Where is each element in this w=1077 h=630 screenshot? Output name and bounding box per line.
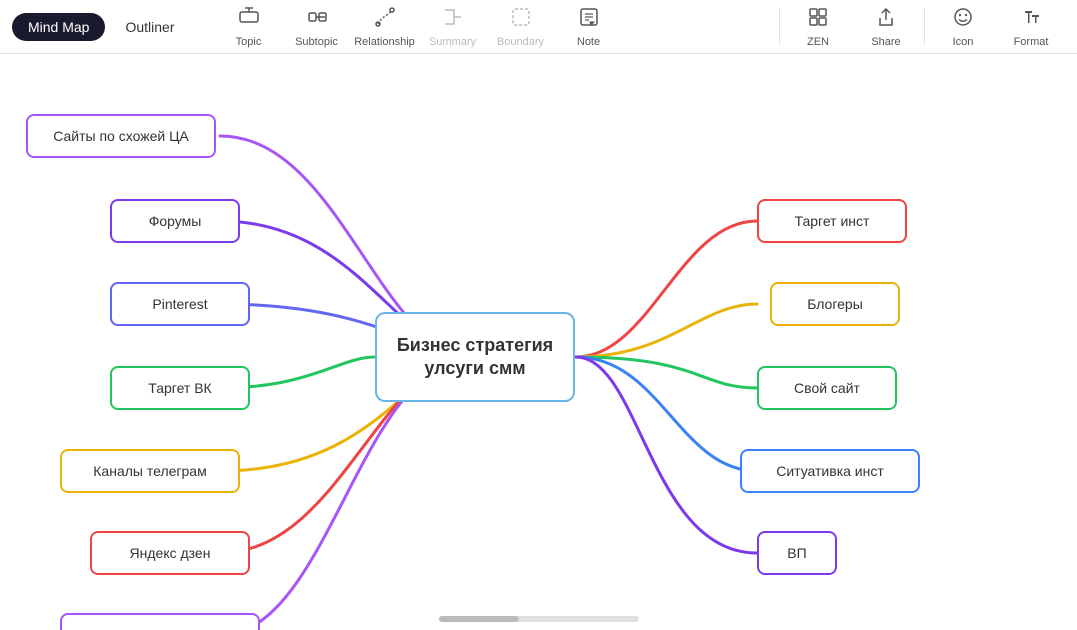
tool-note-label: Note: [577, 36, 600, 48]
node-kanali-text: Каналы телеграм: [93, 463, 206, 479]
node-vp-text: ВП: [787, 545, 806, 561]
scrollbar-thumb: [439, 616, 519, 622]
node-pinterest-text: Pinterest: [152, 296, 207, 312]
icon-icon: [952, 6, 974, 34]
note-icon: [578, 6, 600, 34]
node-target-vk[interactable]: Таргет ВК: [110, 366, 250, 410]
tab-group: Mind Map Outliner: [12, 13, 191, 41]
toolbar: Mind Map Outliner Topic: [0, 0, 1077, 54]
node-blogery-text: Блогеры: [807, 296, 863, 312]
node-kanali[interactable]: Каналы телеграм: [60, 449, 240, 493]
node-situativka-text: Ситуативка инст: [776, 463, 884, 479]
tool-boundary-label: Boundary: [497, 36, 544, 48]
center-node-text: Бизнес стратегия улсуги смм: [377, 334, 573, 381]
tool-summary[interactable]: Summary: [419, 0, 487, 54]
node-target-inst[interactable]: Таргет инст: [757, 199, 907, 243]
tool-subtopic[interactable]: Subtopic: [283, 0, 351, 54]
node-yandex-dzen[interactable]: Яндекс дзен: [90, 531, 250, 575]
node-pinterest[interactable]: Pinterest: [110, 282, 250, 326]
tool-zen[interactable]: ZEN: [784, 0, 852, 54]
node-vp[interactable]: ВП: [757, 531, 837, 575]
node-target-inst-text: Таргет инст: [795, 213, 870, 229]
tool-icon-label: Icon: [953, 36, 974, 48]
separator-1: [779, 9, 780, 45]
toolbar-items: Topic Subtopic Relationshi: [215, 0, 776, 54]
tool-format-label: Format: [1014, 36, 1049, 48]
zen-icon: [807, 6, 829, 34]
tool-topic[interactable]: Topic: [215, 0, 283, 54]
node-forumi[interactable]: Форумы: [110, 199, 240, 243]
toolbar-right: ZEN Share: [775, 0, 1065, 54]
summary-icon: [442, 6, 464, 34]
scrollbar-track: [439, 616, 639, 622]
node-saity-text: Сайты по схожей ЦА: [53, 128, 189, 144]
node-blogery[interactable]: Блогеры: [770, 282, 900, 326]
tool-share[interactable]: Share: [852, 0, 920, 54]
node-svoy-sayt-text: Свой сайт: [794, 380, 860, 396]
share-icon: [875, 6, 897, 34]
subtopic-icon: [306, 6, 328, 34]
tool-boundary[interactable]: Boundary: [487, 0, 555, 54]
tab-mindmap[interactable]: Mind Map: [12, 13, 105, 41]
format-icon: [1020, 6, 1042, 34]
separator-2: [924, 9, 925, 45]
boundary-icon: [510, 6, 532, 34]
tool-share-label: Share: [871, 36, 900, 48]
tool-icon[interactable]: Icon: [929, 0, 997, 54]
tab-outliner[interactable]: Outliner: [109, 13, 190, 41]
mind-map-canvas: Бизнес стратегия улсуги смм Сайты по схо…: [0, 54, 1077, 630]
relationship-icon: [374, 6, 396, 34]
tool-summary-label: Summary: [429, 36, 476, 48]
tool-subtopic-label: Subtopic: [295, 36, 338, 48]
node-svoy-sayt[interactable]: Свой сайт: [757, 366, 897, 410]
node-yandex-dzen-text: Яндекс дзен: [130, 545, 211, 561]
tool-zen-label: ZEN: [807, 36, 829, 48]
topic-icon: [238, 6, 260, 34]
node-situativka[interactable]: Ситуативка инст: [740, 449, 920, 493]
tool-note[interactable]: Note: [555, 0, 623, 54]
tool-topic-label: Topic: [236, 36, 262, 48]
scrollbar[interactable]: [0, 616, 1077, 622]
tool-relationship[interactable]: Relationship: [351, 0, 419, 54]
node-forumi-text: Форумы: [149, 213, 202, 229]
node-target-vk-text: Таргет ВК: [148, 380, 211, 396]
node-saity[interactable]: Сайты по схожей ЦА: [26, 114, 216, 158]
center-node[interactable]: Бизнес стратегия улсуги смм: [375, 312, 575, 402]
tool-relationship-label: Relationship: [354, 36, 415, 48]
tool-format[interactable]: Format: [997, 0, 1065, 54]
